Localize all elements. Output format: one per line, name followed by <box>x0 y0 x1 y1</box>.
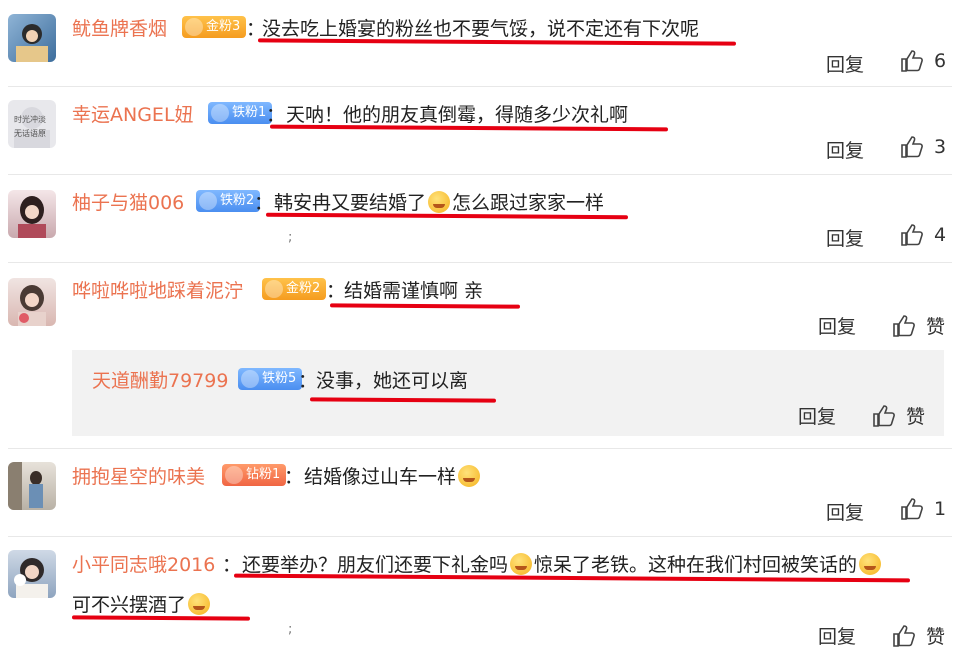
colon: ： <box>284 466 304 488</box>
like-count: 1 <box>934 498 947 520</box>
username[interactable]: 鱿鱼牌香烟 <box>72 14 167 41</box>
fan-badge: 钻粉1 <box>222 464 287 486</box>
like-label: 赞 <box>926 316 946 338</box>
comment-text: 还要举办？朋友们还要下礼金吗 惊呆了老铁。这种在我们村回被笑话的 <box>242 550 883 577</box>
colon: ： <box>326 280 346 302</box>
reply-button[interactable]: 回复 <box>826 50 864 77</box>
thumbs-up-icon <box>901 50 923 72</box>
like-button[interactable]: 6 <box>900 50 946 72</box>
divider <box>8 86 952 87</box>
comment-text: 天呐！他的朋友真倒霉，得随多少次礼啊 <box>286 104 629 126</box>
fan-badge: 铁粉5 <box>238 368 303 390</box>
crown-icon <box>265 280 283 298</box>
grin-sweat-emoji-icon <box>859 553 882 575</box>
thumbs-up-icon <box>901 224 923 246</box>
divider <box>8 536 952 537</box>
divider <box>8 174 952 175</box>
fan-badge: 铁粉2 <box>196 190 261 212</box>
username[interactable]: 哗啦哗啦地踩着泥泞 <box>72 276 243 303</box>
stray-mark: ; <box>288 230 293 245</box>
diamond-icon <box>241 370 259 388</box>
svg-text:时光冲淡: 时光冲淡 <box>14 114 46 124</box>
highlight-underline <box>329 303 521 309</box>
highlight-underline <box>71 615 251 621</box>
like-label: 赞 <box>906 406 926 428</box>
thumbs-up-icon <box>901 498 923 520</box>
fan-badge: 铁粉1 <box>208 102 273 124</box>
avatar[interactable] <box>8 190 56 238</box>
avatar[interactable] <box>8 278 56 326</box>
like-button[interactable]: 1 <box>900 498 946 520</box>
svg-text:无话语原: 无话语原 <box>14 128 46 138</box>
colon: ： <box>298 370 318 392</box>
like-button[interactable]: 4 <box>900 224 946 246</box>
like-button[interactable]: 赞 <box>892 312 945 339</box>
reply-button[interactable]: 回复 <box>826 224 864 251</box>
comment-text-continued: 可不兴摆酒了 <box>72 590 212 617</box>
reply-button[interactable]: 回复 <box>826 498 864 525</box>
like-count: 6 <box>934 50 947 72</box>
username[interactable]: 天道酬勤79799 <box>92 366 228 393</box>
like-count: 3 <box>934 136 947 158</box>
yummy-emoji-icon <box>458 465 481 487</box>
username[interactable]: 拥抱星空的味美 <box>72 462 205 489</box>
like-button[interactable]: 3 <box>900 136 946 158</box>
laugh-cry-emoji-icon <box>188 593 211 615</box>
crown-icon <box>185 18 203 36</box>
fan-badge: 金粉2 <box>262 278 327 300</box>
crown-icon <box>225 466 243 484</box>
laugh-cry-emoji-icon <box>510 553 533 575</box>
comment-text: 没事，她还可以离 <box>316 370 469 392</box>
comment-text: 结婚像过山车一样 <box>304 462 482 489</box>
thumbs-up-icon <box>873 404 895 427</box>
like-button[interactable]: 赞 <box>892 622 945 649</box>
reply-button[interactable]: 回复 <box>798 402 836 429</box>
username[interactable]: 幸运ANGEL妞 <box>72 100 194 127</box>
divider <box>8 262 952 263</box>
comment-text: 结婚需谨慎啊 亲 <box>344 280 484 302</box>
avatar[interactable]: 时光冲淡 无话语原 <box>8 100 56 148</box>
stray-mark: ; <box>288 622 293 637</box>
diamond-icon <box>199 192 217 210</box>
like-label: 赞 <box>926 626 946 648</box>
fan-badge: 金粉3 <box>182 16 247 38</box>
avatar[interactable] <box>8 462 56 510</box>
diamond-icon <box>211 104 229 122</box>
reply-button[interactable]: 回复 <box>826 136 864 163</box>
avatar[interactable] <box>8 550 56 598</box>
comment-text: 没去吃上婚宴的粉丝也不要气馁，说不定还有下次呢 <box>262 18 700 40</box>
like-button[interactable]: 赞 <box>872 402 925 429</box>
avatar[interactable] <box>8 14 56 62</box>
thumbs-up-icon <box>893 314 915 337</box>
divider <box>8 448 952 449</box>
thumbs-up-icon <box>901 136 923 158</box>
username[interactable]: 柚子与猫006 <box>72 188 184 215</box>
comment-text: 韩安冉又要结婚了 怎么跟过家家一样 <box>274 191 605 214</box>
reply-button[interactable]: 回复 <box>818 622 856 649</box>
reply-button[interactable]: 回复 <box>818 312 856 339</box>
username[interactable]: 小平同志哦2016 <box>72 550 215 577</box>
colon: ： <box>254 192 274 214</box>
thumbs-up-icon <box>893 624 915 647</box>
colon: ： <box>266 104 286 126</box>
laugh-cry-emoji-icon <box>428 191 451 213</box>
like-count: 4 <box>934 224 947 246</box>
